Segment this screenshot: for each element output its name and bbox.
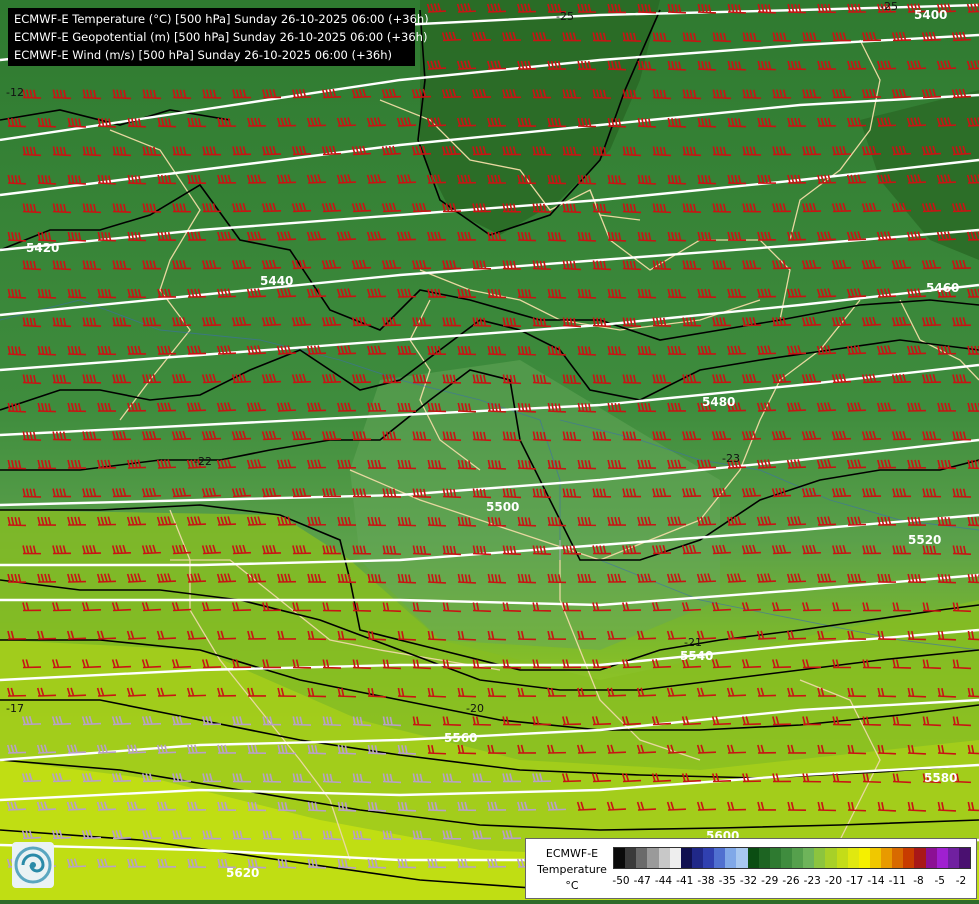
legend-swatch [814,848,826,868]
legend-swatch [958,848,970,868]
map-title-box: ECMWF-E Temperature (°C) [500 hPa] Sunda… [8,8,429,66]
legend-tick-label: -41 [676,875,694,887]
isotherm-label: -23 [722,452,740,465]
legend-tick-label: -35 [718,875,736,887]
legend-tick-label: -29 [761,875,779,887]
isotherm-label: -25 [880,0,898,13]
map-svg: 5400 5420 5440 5460 5480 5500 5520 5540 … [0,0,979,900]
legend-swatch [769,848,781,868]
legend-swatch [903,848,915,868]
legend-swatch [614,848,626,868]
isohypse-label: 5620 [226,866,259,880]
legend-tick-label: -14 [867,875,885,887]
legend-tick-label: -20 [824,875,843,887]
legend-swatch [647,848,659,868]
isohypse-label: 5460 [926,281,959,295]
legend-tick-label: -17 [846,875,864,887]
legend-swatch [869,848,881,868]
legend-title-variable: Temperature [537,863,607,876]
isotherm-label: -12 [6,86,24,99]
title-wind: ECMWF-E Wind (m/s) [500 hPa] Sunday 26-1… [14,48,393,62]
legend-tick-label: -44 [654,875,673,887]
temperature-legend: ECMWF-E Temperature °C -50 -47 -44 -41 -38 -3… [525,838,977,899]
legend-color-bar [613,847,971,869]
isohypse-label: 5400 [914,8,947,22]
title-temperature: ECMWF-E Temperature (°C) [500 hPa] Sunda… [14,12,429,26]
legend-swatch [725,848,737,868]
legend-swatch [747,848,759,868]
legend-swatch [780,848,792,868]
legend-swatch [625,848,637,868]
legend-title-unit: °C [565,879,579,892]
legend-swatch [881,848,893,868]
title-geopotential: ECMWF-E Geopotential (m) [500 hPa] Sunda… [14,30,428,44]
legend-swatch [636,848,648,868]
isotherm-label: -17 [6,702,24,715]
legend-tick-label: -11 [888,875,906,887]
legend-tick-label: -5 [934,875,945,887]
isotherm-label: -20 [466,702,484,715]
legend-tick-label: -47 [633,875,651,887]
legend-tick-label: -38 [697,875,715,887]
isohypse-label: 5440 [260,274,293,288]
legend-tick-label: -50 [612,875,630,887]
weather-map: 5400 5420 5440 5460 5480 5500 5520 5540 … [0,0,979,900]
legend-swatch [847,848,859,868]
legend-swatch [658,848,670,868]
legend-swatch [825,848,837,868]
isohypse-label: 5500 [486,500,519,514]
legend-swatch [892,848,904,868]
legend-swatch [914,848,926,868]
legend-swatch [758,848,770,868]
isotherm-label: -25 [556,10,574,23]
isohypse-label: 5520 [908,533,941,547]
legend-swatch [714,848,726,868]
legend-title-model: ECMWF-E [545,847,599,860]
legend-swatch [691,848,703,868]
legend-swatch [792,848,804,868]
isohypse-label: 5480 [702,395,735,409]
legend-swatch [836,848,848,868]
legend-swatch [947,848,959,868]
isotherm-label: -21 [684,636,702,649]
legend-tick-label: -8 [913,875,924,887]
isohypse-label: 5580 [924,771,957,785]
legend-tick-label: -26 [782,875,800,887]
isohypse-label: 5420 [26,241,59,255]
legend-swatch [803,848,815,868]
legend-swatch [680,848,692,868]
legend-swatch [736,848,748,868]
ecmwf-logo-icon [12,842,54,888]
legend-swatch [858,848,870,868]
legend-swatch [925,848,937,868]
isohypse-label: 5540 [680,649,713,663]
legend-swatch [669,848,681,868]
legend-tick-label: -2 [955,875,967,887]
isohypse-label: 5560 [444,731,477,745]
isotherm-label: -22 [194,455,212,468]
legend-swatch [936,848,948,868]
legend-tick-label: -32 [739,875,758,887]
legend-ticks: -50 -47 -44 -41 -38 -35 -32 -29 -26 -23 -20 -17 -14-… [612,875,969,889]
legend-tick-label: -23 [803,875,821,887]
legend-swatch [703,848,715,868]
